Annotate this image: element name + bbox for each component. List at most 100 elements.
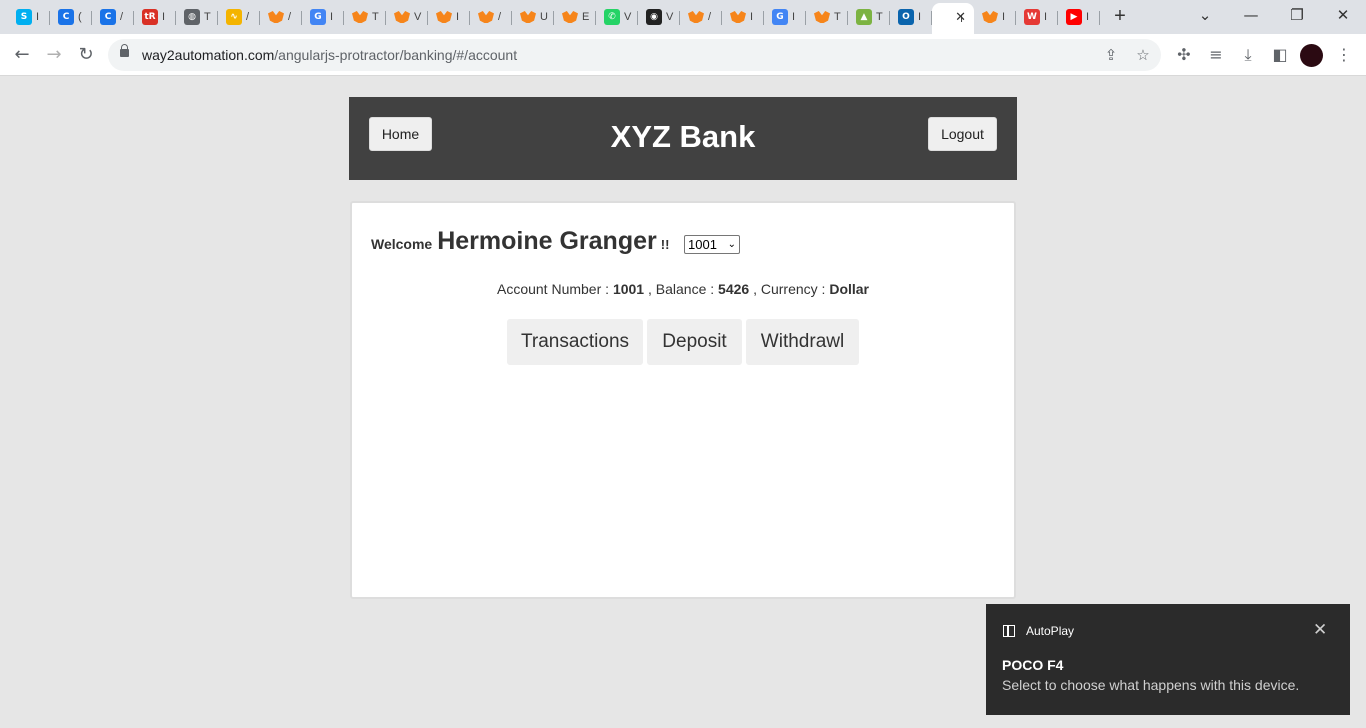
metamask-icon	[478, 9, 494, 25]
metamask-icon	[520, 9, 536, 25]
browser-tab-title: T	[876, 11, 883, 23]
browser-tab[interactable]: WI	[1016, 3, 1058, 31]
browser-tab[interactable]: ✆ V	[596, 3, 638, 31]
browser-tab-title: /	[246, 11, 250, 23]
account-number-label: Account Number :	[496, 281, 610, 297]
account-info: Account Number : 1001 , Balance : 5426 ,…	[352, 281, 1014, 297]
address-bar[interactable]: way2automation.com/angularjs-protractor/…	[108, 39, 1161, 71]
close-tab-icon[interactable]: ✕	[955, 9, 966, 25]
browser-tab[interactable]: ▶ I	[1058, 3, 1100, 31]
browser-tab[interactable]: T	[806, 3, 848, 31]
bank-header: Home XYZ Bank Logout	[349, 97, 1017, 180]
browser-tab[interactable]: C(	[50, 3, 92, 31]
account-select[interactable]: 1001 ⌄	[684, 235, 740, 254]
metamask-icon	[982, 9, 998, 25]
metamask-icon	[268, 9, 284, 25]
browser-tab-title: I	[330, 11, 334, 23]
url-text[interactable]: way2automation.com/angularjs-protractor/…	[142, 47, 517, 63]
browser-tab[interactable]: V	[386, 3, 428, 31]
metamask-icon	[562, 9, 578, 25]
forward-arrow-icon[interactable]: →	[42, 43, 66, 67]
menu-kebab-icon[interactable]: ⋮	[1333, 44, 1355, 66]
browser-tab[interactable]: ▲ T	[848, 3, 890, 31]
browser-tab-title: T	[834, 11, 841, 23]
withdrawl-button[interactable]: Withdrawl	[746, 319, 859, 365]
new-tab-button[interactable]: +	[1108, 5, 1132, 29]
browser-tab[interactable]: SI	[8, 3, 50, 31]
browser-tab-title: V	[414, 11, 422, 23]
tab-search-icon[interactable]: ⌄	[1182, 0, 1228, 34]
star-icon[interactable]: ☆	[1133, 45, 1153, 65]
url-path: /angularjs-protractor/banking/#/account	[274, 47, 518, 63]
panda-icon: ◉	[646, 9, 662, 25]
browser-tab[interactable]: /	[680, 3, 722, 31]
browser-tab[interactable]: ◉ V	[638, 3, 680, 31]
metamask-icon	[352, 9, 368, 25]
bank-title: XYZ Bank	[610, 119, 756, 154]
close-window-button[interactable]: ✕	[1320, 0, 1366, 34]
autoplay-notification[interactable]: AutoPlay ✕ POCO F4 Select to choose what…	[986, 604, 1350, 715]
browser-tab-title: U	[540, 11, 548, 23]
transactions-button[interactable]: Transactions	[507, 319, 643, 365]
browser-tab[interactable]: I	[974, 3, 1016, 31]
tr-icon: tR	[142, 9, 158, 25]
autoplay-icon	[1003, 625, 1015, 637]
minimize-button[interactable]: —	[1228, 0, 1274, 34]
logout-button[interactable]: Logout	[928, 117, 997, 151]
download-icon[interactable]: ⤓	[1237, 44, 1259, 66]
browser-tab[interactable]: OI	[890, 3, 932, 31]
lock-icon	[120, 44, 129, 57]
back-arrow-icon[interactable]: ←	[10, 43, 34, 67]
tab-separator	[1099, 11, 1100, 25]
browser-tab[interactable]: I	[722, 3, 764, 31]
browser-tab[interactable]: ∿ /	[218, 3, 260, 31]
account-panel: Welcome Hermoine Granger !! 1001 ⌄ Accou…	[350, 201, 1016, 599]
browser-tab-title: I	[918, 11, 922, 23]
browser-tab[interactable]: GI	[764, 3, 806, 31]
browser-tab-title: T	[204, 11, 211, 23]
browser-tab-title: V	[666, 11, 674, 23]
browser-tab[interactable]: E	[554, 3, 596, 31]
profile-avatar[interactable]	[1300, 44, 1323, 67]
browser-tab-title: T	[372, 11, 379, 23]
metamask-icon	[688, 9, 704, 25]
deposit-button[interactable]: Deposit	[647, 319, 742, 365]
youtube-icon: ▶	[1066, 9, 1082, 25]
share-icon[interactable]: ⇪	[1101, 45, 1121, 65]
skype-icon: S	[16, 9, 32, 25]
browser-tab[interactable]: /	[260, 3, 302, 31]
browser-tab[interactable]: I ✕	[932, 3, 974, 34]
url-host: way2automation.com	[142, 47, 275, 63]
browser-tab[interactable]: ◍ T	[176, 3, 218, 31]
reload-icon[interactable]: ↻	[74, 43, 98, 67]
android-icon: ▲	[856, 9, 872, 25]
browser-tab-title: I	[456, 11, 460, 23]
browser-tab[interactable]: I	[428, 3, 470, 31]
browser-toolbar: ← → ↻ way2automation.com/angularjs-protr…	[0, 34, 1366, 76]
outlook-icon: O	[898, 9, 914, 25]
browser-tab[interactable]: C /	[92, 3, 134, 31]
browser-tab[interactable]: U	[512, 3, 554, 31]
media-control-icon[interactable]: ≡	[1205, 44, 1227, 66]
metamask-icon	[436, 9, 452, 25]
google-icon: G	[772, 9, 788, 25]
notification-app-name: AutoPlay	[1026, 624, 1075, 638]
balance-label: , Balance :	[647, 281, 715, 297]
exclaim-text: !!	[660, 237, 670, 252]
browser-tab[interactable]: T	[344, 3, 386, 31]
browser-tab[interactable]: tR I	[134, 3, 176, 31]
chrome-c-icon: C	[58, 9, 74, 25]
close-icon[interactable]: ✕	[1313, 620, 1327, 640]
browser-tab[interactable]: /	[470, 3, 512, 31]
w-icon: W	[1024, 9, 1040, 25]
welcome-row: Welcome Hermoine Granger !!	[371, 227, 669, 256]
browser-tab-strip: + ⌄ — ❐ ✕ S I C(C / tR I ◍ T ∿ / / G I T V I / U E ✆ V ◉ V / I G I…	[0, 0, 1366, 34]
extensions-icon[interactable]: ✣	[1173, 44, 1195, 66]
whatsapp-icon: ✆	[604, 9, 620, 25]
side-panel-icon[interactable]: ◧	[1269, 44, 1291, 66]
browser-tab-title: I	[36, 11, 40, 23]
restore-button[interactable]: ❐	[1274, 0, 1320, 34]
chrome-c-icon: C	[100, 9, 116, 25]
browser-tab[interactable]: GI	[302, 3, 344, 31]
browser-tab-title: E	[582, 11, 590, 23]
